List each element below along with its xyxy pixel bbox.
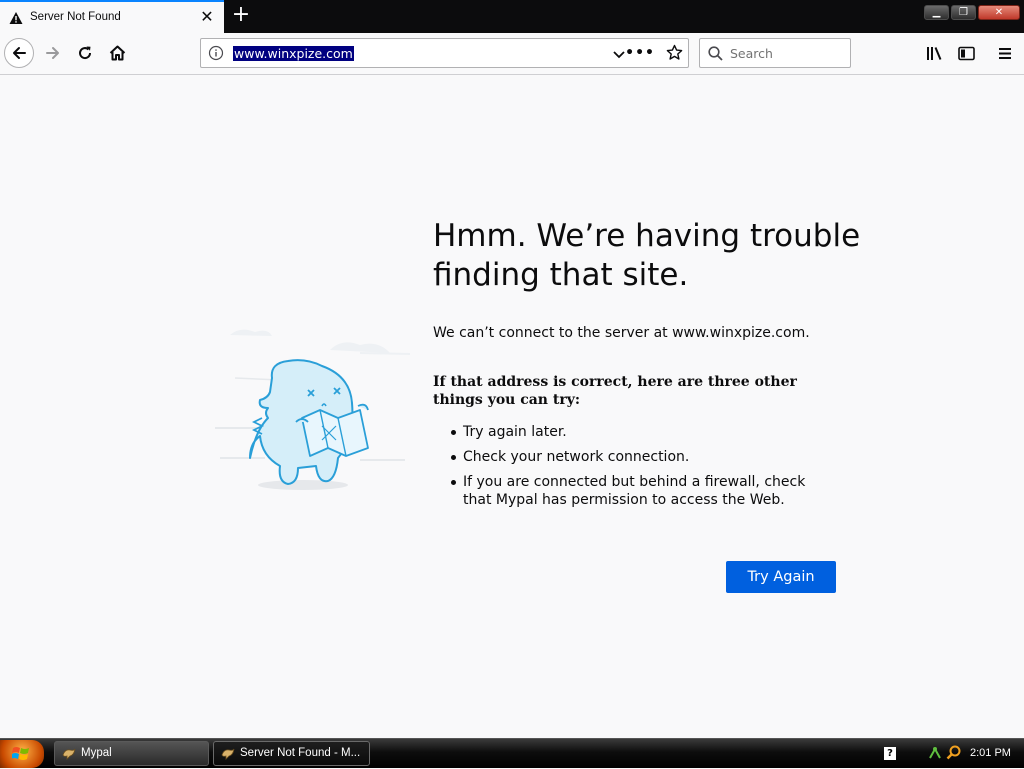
try-again-button[interactable]: Try Again — [726, 561, 836, 593]
error-title: Hmm. We’re having trouble finding that s… — [433, 218, 861, 293]
forward-arrow-icon — [46, 47, 59, 59]
minimize-button[interactable]: ▁ — [924, 5, 949, 20]
mypal-icon — [221, 748, 235, 760]
back-arrow-icon — [13, 47, 26, 59]
tab-server-not-found[interactable]: Server Not Found ✕ — [0, 0, 224, 33]
magnifier-icon[interactable] — [946, 745, 961, 760]
search-icon — [708, 46, 723, 65]
warning-icon — [9, 10, 23, 29]
window-controls: ▁ ❐ ✕ — [924, 5, 1020, 21]
hamburger-menu-icon — [999, 47, 1011, 59]
bookmark-star-icon[interactable] — [666, 44, 683, 65]
library-button[interactable] — [919, 38, 949, 68]
navigation-toolbar: www.winxpize.com ••• — [0, 33, 1024, 75]
tab-title: Server Not Found — [30, 11, 121, 23]
url-text[interactable]: www.winxpize.com — [233, 46, 354, 61]
clock: 2:01 PM — [970, 747, 1011, 759]
taskbar-item-server-not-found[interactable]: Server Not Found - M... — [213, 741, 370, 766]
dinosaur-illustration — [210, 318, 415, 498]
taskbar: Mypal Server Not Found - M... ? 2:01 PM — [0, 738, 1024, 768]
search-input[interactable] — [730, 44, 842, 62]
sidebar-button[interactable] — [951, 38, 981, 68]
tab-strip: Server Not Found ✕ + ▁ ❐ ✕ — [0, 0, 1024, 33]
home-icon — [109, 45, 125, 61]
task-label: Server Not Found - M... — [240, 747, 361, 759]
system-tray: ? 2:01 PM — [864, 739, 1024, 769]
maximize-button[interactable]: ❐ — [951, 5, 976, 20]
suggestions-list: Try again later. Check your network conn… — [433, 423, 833, 516]
sidebar-icon — [957, 46, 975, 60]
tab-close-icon[interactable]: ✕ — [198, 8, 216, 26]
list-item: If you are connected but behind a firewa… — [433, 473, 833, 509]
error-page: Hmm. We’re having trouble finding that s… — [0, 75, 1024, 738]
taskbar-item-mypal[interactable]: Mypal — [54, 741, 209, 766]
list-item: Try again later. — [433, 423, 833, 441]
windows-logo-icon — [12, 747, 29, 760]
reload-button[interactable] — [70, 38, 100, 68]
network-icon[interactable] — [928, 746, 942, 760]
suggestions-heading: If that address is correct, here are thr… — [433, 374, 797, 408]
mypal-icon — [62, 748, 76, 760]
new-tab-button[interactable]: + — [231, 4, 251, 26]
reload-icon — [79, 46, 92, 60]
chevron-down-icon[interactable] — [612, 46, 626, 65]
back-button[interactable] — [4, 38, 34, 68]
url-bar[interactable]: www.winxpize.com ••• — [200, 38, 689, 68]
forward-button[interactable] — [38, 38, 68, 68]
search-bar[interactable] — [699, 38, 851, 68]
page-actions-button[interactable]: ••• — [625, 45, 655, 61]
error-short-description: We can’t connect to the server at www.wi… — [433, 325, 810, 341]
help-icon[interactable]: ? — [884, 747, 896, 760]
library-icon — [926, 46, 941, 60]
task-label: Mypal — [81, 747, 112, 759]
list-item: Check your network connection. — [433, 448, 833, 466]
info-icon[interactable] — [208, 45, 224, 65]
home-button[interactable] — [102, 38, 132, 68]
menu-button[interactable] — [990, 38, 1020, 68]
close-window-button[interactable]: ✕ — [978, 5, 1020, 20]
start-button[interactable] — [0, 740, 44, 768]
